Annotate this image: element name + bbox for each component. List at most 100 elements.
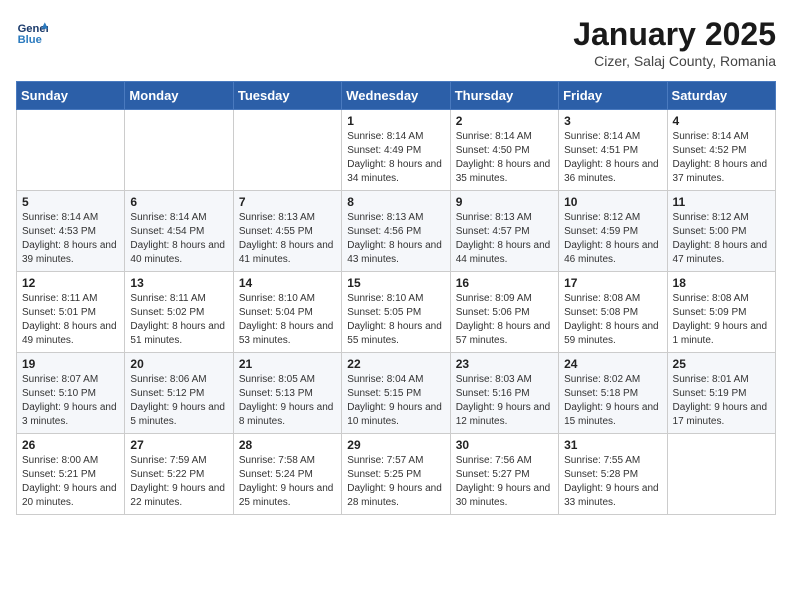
calendar-cell: 22 Sunrise: 8:04 AMSunset: 5:15 PMDayligh… bbox=[342, 353, 450, 434]
day-number: 27 bbox=[130, 438, 227, 452]
calendar-week-row: 19Sunrise: 8:07 AMSunset: 5:10 PMDayligh… bbox=[17, 353, 776, 434]
day-info: Sunrise: 8:13 AMSunset: 4:57 PMDaylight:… bbox=[456, 211, 553, 267]
day-info: Sunrise: 8:04 AMSunset: 5:15 PMDaylight:… bbox=[347, 373, 444, 429]
calendar-cell: 29Sunrise: 7:57 AMSunset: 5:25 PMDayligh… bbox=[342, 434, 450, 515]
calendar-week-row: 1 Sunrise: 8:14 AMSunset: 4:49 PMDaylight… bbox=[17, 110, 776, 191]
day-info: Sunrise: 8:14 AMSunset: 4:53 PMDaylight:… bbox=[22, 211, 119, 267]
calendar-cell bbox=[17, 110, 125, 191]
day-number: 2 bbox=[456, 114, 553, 128]
day-info: Sunrise: 8:10 AMSunset: 5:05 PMDaylight:… bbox=[347, 292, 444, 348]
calendar-cell: 16 Sunrise: 8:09 AMSunset: 5:06 PMDayligh… bbox=[450, 272, 558, 353]
day-number: 11 bbox=[673, 195, 770, 209]
day-number: 30 bbox=[456, 438, 553, 452]
calendar-cell: 20 Sunrise: 8:06 AMSunset: 5:12 PMDayligh… bbox=[125, 353, 233, 434]
day-number: 5 bbox=[22, 195, 119, 209]
day-info: Sunrise: 8:06 AMSunset: 5:12 PMDaylight:… bbox=[130, 373, 227, 429]
day-info: Sunrise: 8:13 AMSunset: 4:55 PMDaylight:… bbox=[239, 211, 336, 267]
calendar-cell: 5 Sunrise: 8:14 AMSunset: 4:53 PMDaylight… bbox=[17, 191, 125, 272]
weekday-header: Saturday bbox=[667, 82, 775, 110]
calendar-cell bbox=[233, 110, 341, 191]
day-number: 20 bbox=[130, 357, 227, 371]
day-info: Sunrise: 8:14 AMSunset: 4:52 PMDaylight:… bbox=[673, 130, 770, 186]
day-number: 15 bbox=[347, 276, 444, 290]
day-number: 14 bbox=[239, 276, 336, 290]
day-info: Sunrise: 8:13 AMSunset: 4:56 PMDaylight:… bbox=[347, 211, 444, 267]
day-info: Sunrise: 8:12 AMSunset: 5:00 PMDaylight:… bbox=[673, 211, 770, 267]
day-number: 22 bbox=[347, 357, 444, 371]
day-info: Sunrise: 8:00 AMSunset: 5:21 PMDaylight:… bbox=[22, 454, 119, 510]
day-info: Sunrise: 8:11 AMSunset: 5:01 PMDaylight:… bbox=[22, 292, 119, 348]
day-number: 10 bbox=[564, 195, 661, 209]
weekday-header: Thursday bbox=[450, 82, 558, 110]
calendar-cell: 18 Sunrise: 8:08 AMSunset: 5:09 PMDayligh… bbox=[667, 272, 775, 353]
calendar-header-row: SundayMondayTuesdayWednesdayThursdayFrid… bbox=[17, 82, 776, 110]
calendar-body: 1 Sunrise: 8:14 AMSunset: 4:49 PMDaylight… bbox=[17, 110, 776, 515]
day-number: 1 bbox=[347, 114, 444, 128]
day-number: 31 bbox=[564, 438, 661, 452]
calendar-cell: 7Sunrise: 8:13 AMSunset: 4:55 PMDaylight… bbox=[233, 191, 341, 272]
calendar-cell bbox=[667, 434, 775, 515]
calendar-cell: 13Sunrise: 8:11 AMSunset: 5:02 PMDayligh… bbox=[125, 272, 233, 353]
calendar-cell: 30 Sunrise: 7:56 AMSunset: 5:27 PMDayligh… bbox=[450, 434, 558, 515]
day-number: 16 bbox=[456, 276, 553, 290]
calendar-cell: 14Sunrise: 8:10 AMSunset: 5:04 PMDayligh… bbox=[233, 272, 341, 353]
day-number: 8 bbox=[347, 195, 444, 209]
page-header: General Blue January 2025 Cizer, Salaj C… bbox=[16, 16, 776, 69]
day-number: 6 bbox=[130, 195, 227, 209]
day-info: Sunrise: 8:14 AMSunset: 4:50 PMDaylight:… bbox=[456, 130, 553, 186]
calendar-cell: 9 Sunrise: 8:13 AMSunset: 4:57 PMDaylight… bbox=[450, 191, 558, 272]
day-info: Sunrise: 7:58 AMSunset: 5:24 PMDaylight:… bbox=[239, 454, 336, 510]
day-info: Sunrise: 8:02 AMSunset: 5:18 PMDaylight:… bbox=[564, 373, 661, 429]
calendar-cell: 15 Sunrise: 8:10 AMSunset: 5:05 PMDayligh… bbox=[342, 272, 450, 353]
day-number: 17 bbox=[564, 276, 661, 290]
month-title: January 2025 bbox=[573, 16, 776, 53]
calendar-cell: 8 Sunrise: 8:13 AMSunset: 4:56 PMDaylight… bbox=[342, 191, 450, 272]
day-info: Sunrise: 7:56 AMSunset: 5:27 PMDaylight:… bbox=[456, 454, 553, 510]
calendar-cell: 25Sunrise: 8:01 AMSunset: 5:19 PMDayligh… bbox=[667, 353, 775, 434]
calendar-week-row: 26 Sunrise: 8:00 AMSunset: 5:21 PMDayligh… bbox=[17, 434, 776, 515]
day-info: Sunrise: 7:55 AMSunset: 5:28 PMDaylight:… bbox=[564, 454, 661, 510]
day-number: 26 bbox=[22, 438, 119, 452]
day-number: 13 bbox=[130, 276, 227, 290]
logo-icon: General Blue bbox=[16, 16, 48, 48]
day-number: 12 bbox=[22, 276, 119, 290]
weekday-header: Sunday bbox=[17, 82, 125, 110]
weekday-header: Friday bbox=[559, 82, 667, 110]
day-number: 21 bbox=[239, 357, 336, 371]
calendar-cell: 26 Sunrise: 8:00 AMSunset: 5:21 PMDayligh… bbox=[17, 434, 125, 515]
day-number: 19 bbox=[22, 357, 119, 371]
calendar-cell: 27Sunrise: 7:59 AMSunset: 5:22 PMDayligh… bbox=[125, 434, 233, 515]
day-info: Sunrise: 8:08 AMSunset: 5:08 PMDaylight:… bbox=[564, 292, 661, 348]
day-number: 9 bbox=[456, 195, 553, 209]
calendar-cell: 10 Sunrise: 8:12 AMSunset: 4:59 PMDayligh… bbox=[559, 191, 667, 272]
calendar-cell: 23Sunrise: 8:03 AMSunset: 5:16 PMDayligh… bbox=[450, 353, 558, 434]
day-info: Sunrise: 7:57 AMSunset: 5:25 PMDaylight:… bbox=[347, 454, 444, 510]
calendar-cell: 4 Sunrise: 8:14 AMSunset: 4:52 PMDaylight… bbox=[667, 110, 775, 191]
day-info: Sunrise: 8:08 AMSunset: 5:09 PMDaylight:… bbox=[673, 292, 770, 348]
day-info: Sunrise: 8:12 AMSunset: 4:59 PMDaylight:… bbox=[564, 211, 661, 267]
location: Cizer, Salaj County, Romania bbox=[573, 53, 776, 69]
day-info: Sunrise: 8:01 AMSunset: 5:19 PMDaylight:… bbox=[673, 373, 770, 429]
day-number: 24 bbox=[564, 357, 661, 371]
day-info: Sunrise: 8:09 AMSunset: 5:06 PMDaylight:… bbox=[456, 292, 553, 348]
weekday-header: Wednesday bbox=[342, 82, 450, 110]
calendar-cell: 6Sunrise: 8:14 AMSunset: 4:54 PMDaylight… bbox=[125, 191, 233, 272]
day-info: Sunrise: 8:14 AMSunset: 4:49 PMDaylight:… bbox=[347, 130, 444, 186]
day-number: 18 bbox=[673, 276, 770, 290]
calendar-cell: 19Sunrise: 8:07 AMSunset: 5:10 PMDayligh… bbox=[17, 353, 125, 434]
calendar-cell: 11 Sunrise: 8:12 AMSunset: 5:00 PMDayligh… bbox=[667, 191, 775, 272]
title-block: January 2025 Cizer, Salaj County, Romani… bbox=[573, 16, 776, 69]
day-info: Sunrise: 8:03 AMSunset: 5:16 PMDaylight:… bbox=[456, 373, 553, 429]
day-info: Sunrise: 8:14 AMSunset: 4:51 PMDaylight:… bbox=[564, 130, 661, 186]
calendar-cell: 31 Sunrise: 7:55 AMSunset: 5:28 PMDayligh… bbox=[559, 434, 667, 515]
day-number: 28 bbox=[239, 438, 336, 452]
calendar-cell: 2 Sunrise: 8:14 AMSunset: 4:50 PMDaylight… bbox=[450, 110, 558, 191]
calendar-cell bbox=[125, 110, 233, 191]
calendar-cell: 12 Sunrise: 8:11 AMSunset: 5:01 PMDayligh… bbox=[17, 272, 125, 353]
calendar-cell: 28 Sunrise: 7:58 AMSunset: 5:24 PMDayligh… bbox=[233, 434, 341, 515]
svg-text:General: General bbox=[18, 23, 48, 35]
calendar-week-row: 5 Sunrise: 8:14 AMSunset: 4:53 PMDaylight… bbox=[17, 191, 776, 272]
day-number: 4 bbox=[673, 114, 770, 128]
weekday-header: Monday bbox=[125, 82, 233, 110]
calendar-cell: 21Sunrise: 8:05 AMSunset: 5:13 PMDayligh… bbox=[233, 353, 341, 434]
